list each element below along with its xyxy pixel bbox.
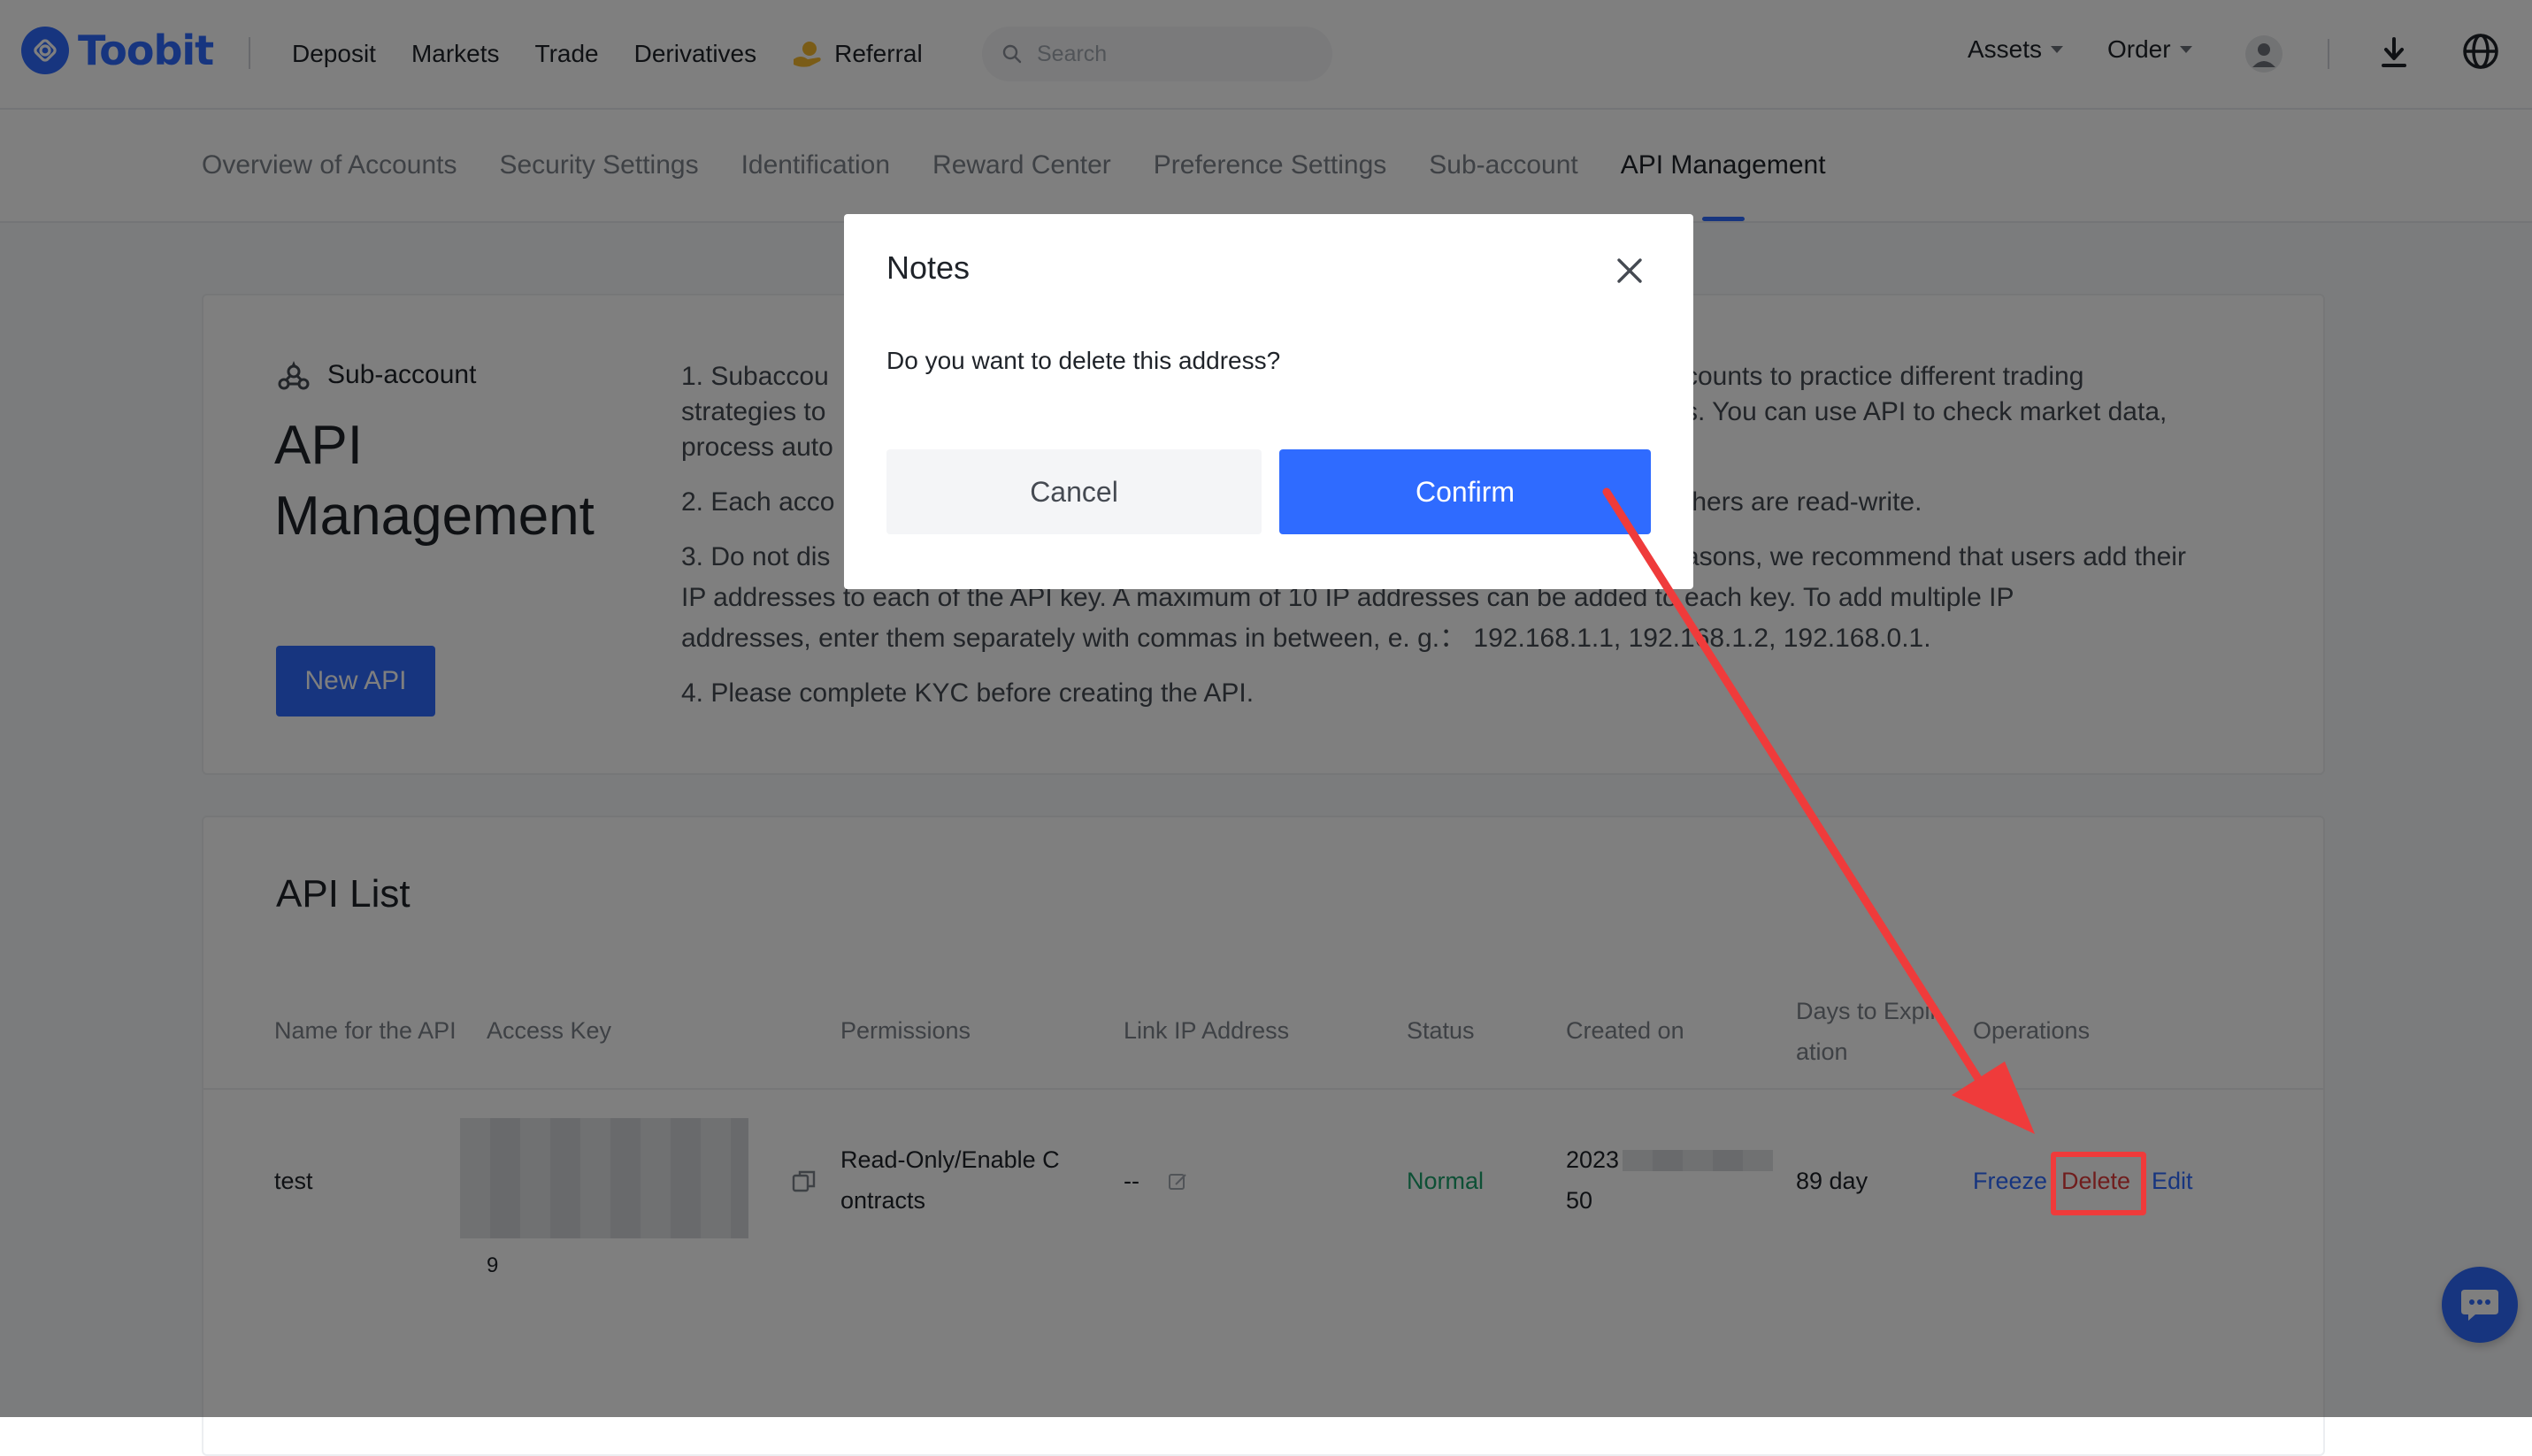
close-icon[interactable] (1612, 253, 1647, 288)
delete-highlight-annotation (2051, 1152, 2146, 1215)
dialog-title: Notes (886, 249, 971, 286)
modal-backdrop[interactable] (0, 0, 2532, 1417)
dialog-message: Do you want to delete this address? (886, 347, 1281, 374)
delete-confirm-dialog: Notes Do you want to delete this address… (844, 214, 1693, 589)
cancel-button[interactable]: Cancel (886, 449, 1262, 534)
confirm-button[interactable]: Confirm (1279, 449, 1651, 534)
